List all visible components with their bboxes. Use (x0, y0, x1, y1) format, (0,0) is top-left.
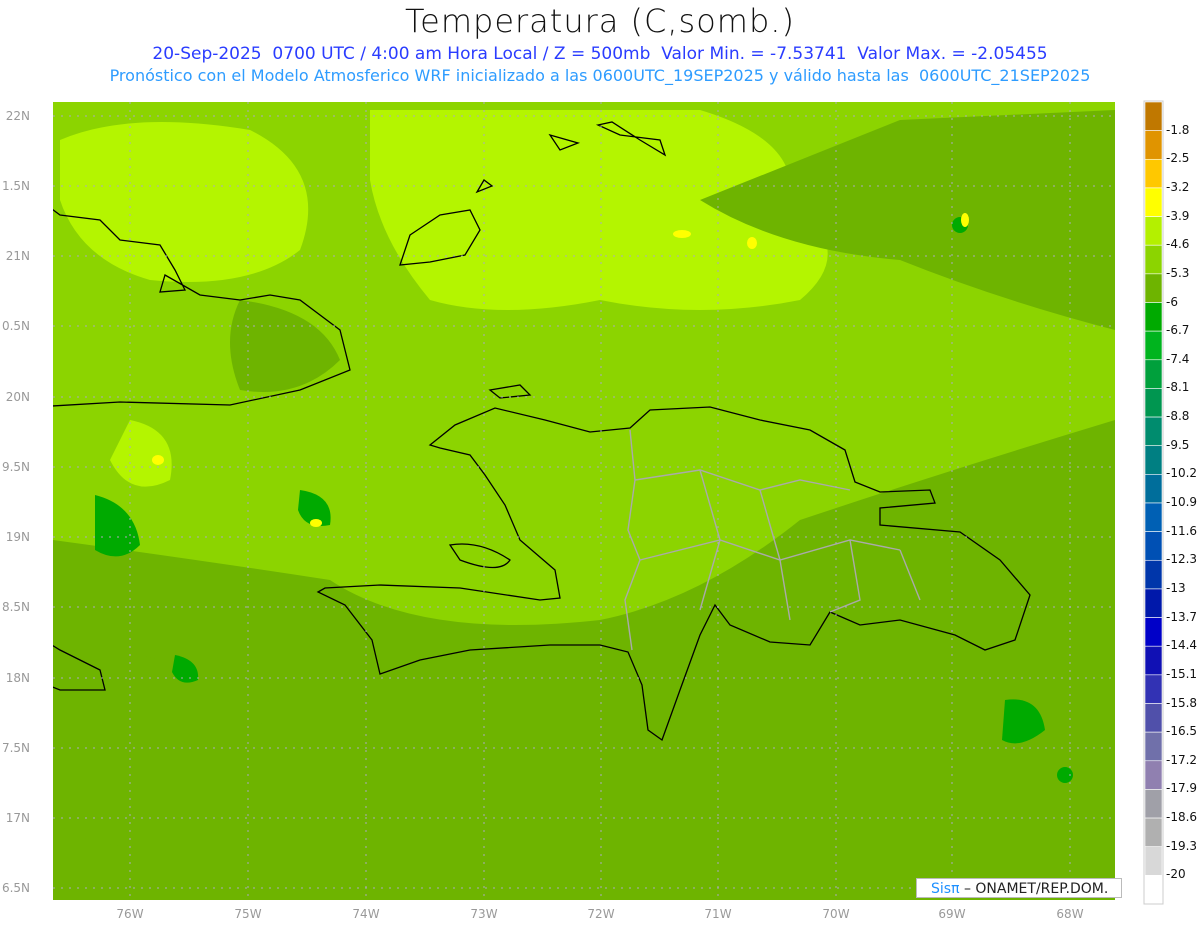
colorbar-label: -6.7 (1166, 323, 1190, 338)
colorbar-label: -17.9 (1166, 781, 1198, 796)
colorbar-label: -4.6 (1166, 237, 1190, 252)
colorbar-swatch (1144, 559, 1163, 590)
colorbar-swatch (1144, 330, 1163, 361)
latitude-label: 18N (5, 671, 30, 685)
colorbar-swatch (1144, 101, 1163, 131)
longitude-label: 71W (704, 907, 732, 921)
latitude-label: 21N (5, 249, 30, 263)
latitude-label: 1.5N (1, 179, 30, 193)
colorbar-label: -15.1 (1166, 666, 1198, 681)
latitude-label: 6.5N (1, 881, 30, 895)
colorbar-label: -8.1 (1166, 380, 1190, 395)
colorbar-label: -13 (1166, 580, 1186, 595)
latitude-label: 17N (5, 811, 30, 825)
colorbar-label: -11.6 (1166, 523, 1198, 538)
colorbar-swatch (1144, 244, 1163, 275)
latitude-label: 19N (5, 530, 30, 544)
longitude-label: 68W (1056, 907, 1084, 921)
colorbar-label: -19.3 (1166, 838, 1198, 853)
colorbar-swatch (1144, 130, 1163, 160)
logo-brand: Sisπ (931, 881, 960, 897)
colorbar-swatch (1144, 760, 1163, 790)
colorbar-label: -10.9 (1166, 495, 1198, 509)
colorbar-swatch (1144, 388, 1163, 418)
colorbar-swatch (1144, 502, 1163, 532)
latitude-label: 20N (5, 390, 30, 404)
colorbar (1144, 101, 1163, 905)
colorbar-swatch (1144, 588, 1163, 618)
logo-text: – ONAMET/REP.DOM. (963, 881, 1109, 897)
longitude-label: 76W (116, 907, 144, 921)
colorbar-label: -12.3 (1166, 552, 1198, 567)
colorbar-swatch (1144, 187, 1163, 217)
longitude-label: 75W (234, 907, 262, 921)
colorbar-swatch (1144, 875, 1163, 905)
colorbar-label: -15.8 (1166, 695, 1198, 710)
colorbar-label: -8.8 (1166, 409, 1190, 424)
longitude-label: 72W (587, 907, 615, 921)
colorbar-swatch (1144, 216, 1163, 246)
latitude-label: 9.5N (1, 460, 30, 474)
colorbar-swatch (1144, 846, 1163, 876)
colorbar-label: -20 (1166, 867, 1186, 882)
colorbar-label: -16.5 (1166, 724, 1198, 739)
colorbar-swatch (1144, 158, 1163, 189)
colorbar-label: -2.5 (1166, 151, 1190, 166)
colorbar-swatch (1144, 302, 1163, 332)
onamet-logo: Sisπ – ONAMET/REP.DOM. (916, 878, 1122, 898)
latitude-label: 0.5N (1, 319, 30, 333)
colorbar-swatch (1144, 674, 1163, 704)
colorbar-swatch (1144, 273, 1163, 303)
colorbar-swatch (1144, 731, 1163, 762)
colorbar-label: -3.9 (1166, 208, 1190, 223)
latitude-label: 7.5N (1, 741, 30, 755)
colorbar-label: -7.4 (1166, 351, 1190, 366)
colorbar-swatch (1144, 645, 1163, 676)
colorbar-swatch (1144, 359, 1163, 389)
colorbar-swatch (1144, 703, 1163, 733)
colorbar-label: -18.6 (1166, 810, 1198, 825)
longitude-label: 69W (938, 907, 966, 921)
colorbar-swatch (1144, 474, 1163, 504)
longitude-label: 73W (470, 907, 498, 921)
colorbar-swatch (1144, 617, 1163, 647)
latitude-label: 8.5N (1, 600, 30, 614)
colorbar-label: -5.3 (1166, 265, 1190, 280)
colorbar-swatch (1144, 817, 1163, 848)
colorbar-label: -3.2 (1166, 179, 1190, 194)
colorbar-swatch (1144, 531, 1163, 561)
colorbar-swatch (1144, 416, 1163, 447)
colorbar-label: -17.2 (1166, 752, 1198, 767)
longitude-label: 70W (822, 907, 850, 921)
colorbar-label: -14.4 (1166, 638, 1198, 653)
temperature-map (53, 100, 1164, 905)
colorbar-swatch (1144, 445, 1163, 475)
latitude-label: 22N (5, 109, 30, 123)
colorbar-label: -9.5 (1166, 437, 1190, 452)
colorbar-label: -6 (1166, 294, 1178, 309)
colorbar-label: -10.2 (1166, 466, 1198, 481)
colorbar-swatch (1144, 789, 1163, 819)
colorbar-label: -13.7 (1166, 609, 1198, 624)
colorbar-label: -1.8 (1166, 122, 1190, 137)
longitude-label: 74W (352, 907, 380, 921)
